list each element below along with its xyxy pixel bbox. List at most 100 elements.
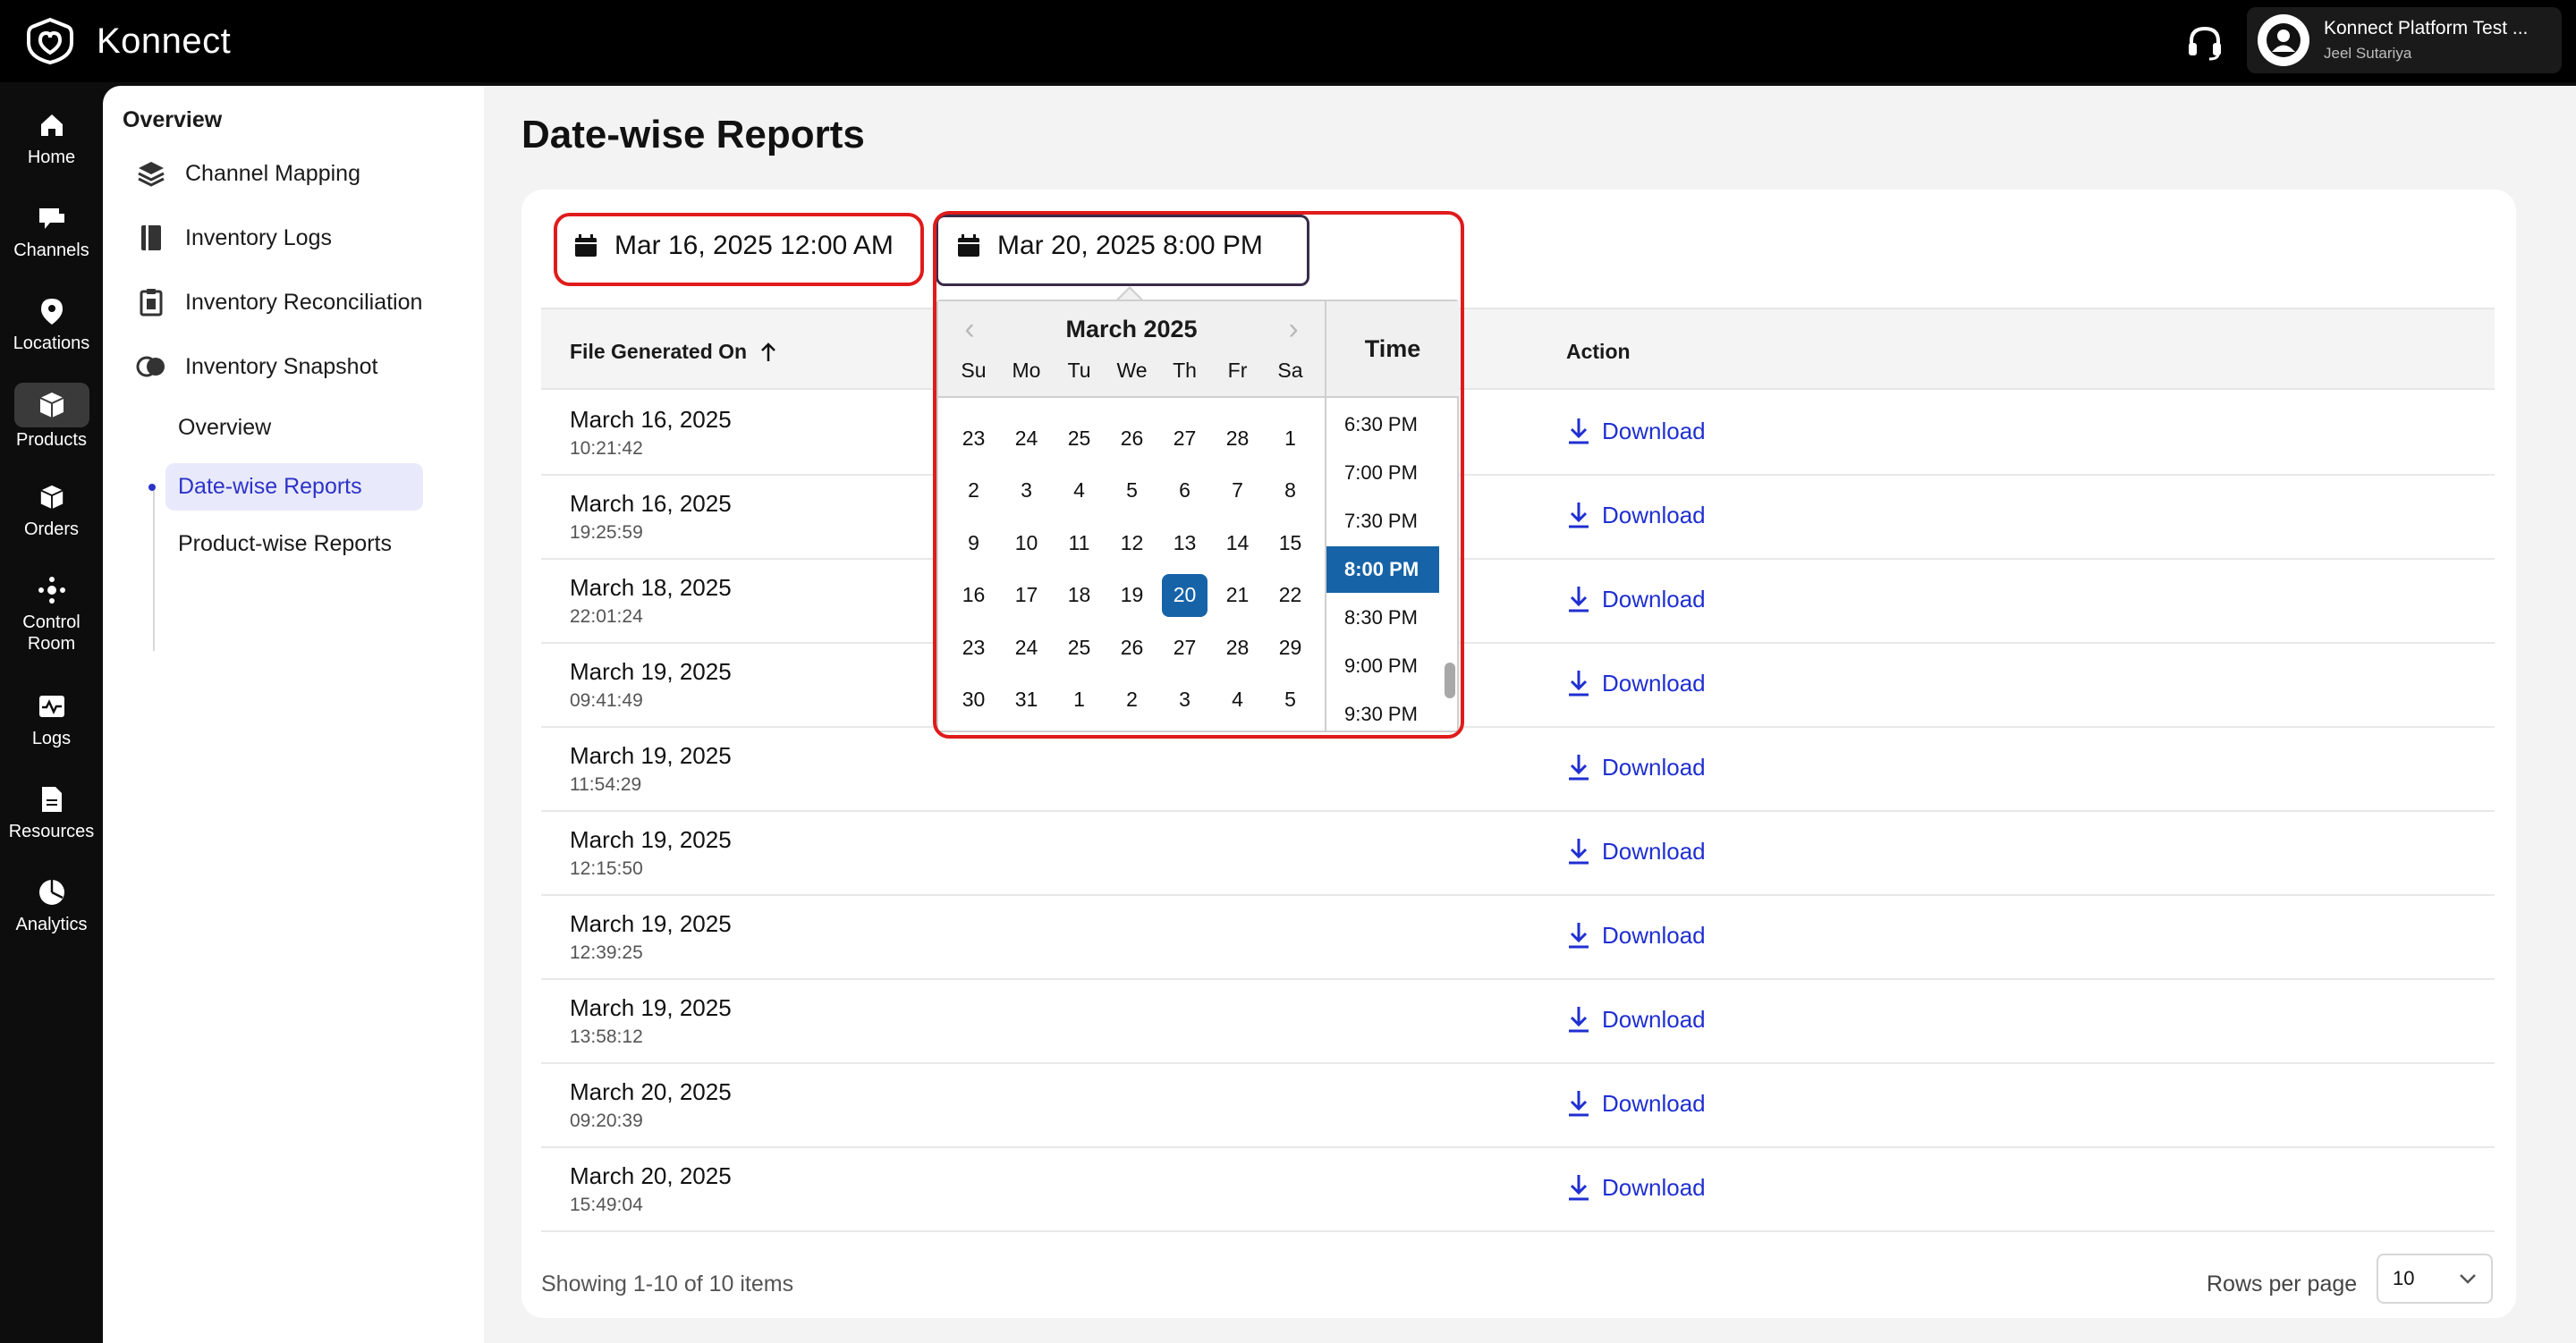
- row-time: 22:01:24: [570, 606, 643, 627]
- download-label: Download: [1602, 1173, 1706, 1201]
- headset-icon[interactable]: [2182, 20, 2227, 64]
- home-icon: [40, 114, 63, 136]
- sidebar-child-product-wise-reports[interactable]: Product-wise Reports: [178, 531, 392, 557]
- row-time: 19:25:59: [570, 522, 643, 543]
- sidebar-child-date-wise-reports[interactable]: Date-wise Reports: [165, 463, 423, 511]
- sidebar-item-channel-mapping[interactable]: Channel Mapping: [135, 157, 360, 190]
- download-button[interactable]: Download: [1566, 669, 1706, 697]
- highlight-start-date: [554, 213, 924, 286]
- row-date: March 19, 2025: [570, 826, 732, 853]
- rail-label: Logs: [31, 729, 72, 748]
- download-label: Download: [1602, 501, 1706, 528]
- rail-label: Orders: [23, 519, 80, 539]
- row-date: March 19, 2025: [570, 742, 732, 769]
- logs-icon: [38, 696, 64, 717]
- row-date: March 19, 2025: [570, 994, 732, 1021]
- rail-item-products[interactable]: Products: [0, 383, 103, 451]
- section-title: Overview: [123, 107, 223, 132]
- download-button[interactable]: Download: [1566, 1173, 1706, 1202]
- download-button[interactable]: Download: [1566, 585, 1706, 613]
- download-label: Download: [1602, 921, 1706, 949]
- table-header: File Generated On Action: [541, 308, 2495, 390]
- user-menu[interactable]: Konnect Platform Test ... Jeel Sutariya: [2247, 7, 2562, 73]
- table-row: March 19, 2025 09:41:49 Download: [541, 644, 2495, 728]
- pagination-summary: Showing 1-10 of 10 items: [541, 1271, 794, 1297]
- download-icon: [1569, 671, 1589, 697]
- rail-label: Control Room: [22, 612, 80, 654]
- row-time: 12:39:25: [570, 942, 643, 963]
- download-icon: [1569, 1175, 1589, 1201]
- clipboard-icon: [140, 289, 163, 317]
- pie-chart-icon: [38, 880, 64, 905]
- sidebar-child-overview[interactable]: Overview: [178, 415, 271, 441]
- row-date: March 18, 2025: [570, 574, 732, 601]
- rows-per-page-label: Rows per page: [2207, 1271, 2358, 1297]
- book-icon: [141, 225, 161, 250]
- page-title: Date-wise Reports: [521, 113, 865, 156]
- sort-file-generated-on[interactable]: File Generated On: [570, 340, 777, 364]
- row-time: 09:41:49: [570, 690, 643, 711]
- table-row: March 19, 2025 12:39:25 Download: [541, 896, 2495, 980]
- left-rail: Home Channels Locations Products Orders …: [0, 82, 103, 1343]
- rail-item-resources[interactable]: Resources: [0, 783, 103, 842]
- rail-item-analytics[interactable]: Analytics: [0, 876, 103, 935]
- sidebar-item-label: Inventory Reconciliation: [185, 289, 423, 315]
- row-date: March 20, 2025: [570, 1078, 732, 1105]
- rows-per-page-select[interactable]: 10: [2377, 1254, 2493, 1304]
- download-button[interactable]: Download: [1566, 1089, 1706, 1118]
- row-date: March 19, 2025: [570, 910, 732, 937]
- download-button[interactable]: Download: [1566, 1005, 1706, 1034]
- table-row: March 16, 2025 19:25:59 Download: [541, 476, 2495, 560]
- download-button[interactable]: Download: [1566, 501, 1706, 529]
- download-button[interactable]: Download: [1566, 921, 1706, 950]
- download-label: Download: [1602, 1005, 1706, 1033]
- row-date: March 20, 2025: [570, 1162, 732, 1189]
- rail-label: Resources: [8, 822, 95, 841]
- brand[interactable]: Konnect: [25, 16, 231, 66]
- sidebar-item-inventory-logs[interactable]: Inventory Logs: [135, 222, 332, 254]
- layers-icon: [138, 162, 165, 187]
- sidebar-item-label: Channel Mapping: [185, 160, 360, 186]
- download-icon: [1569, 503, 1589, 528]
- table-row: March 20, 2025 09:20:39 Download: [541, 1064, 2495, 1148]
- arrow-up-icon: [761, 342, 775, 361]
- download-icon: [1569, 755, 1589, 781]
- download-label: Download: [1602, 837, 1706, 865]
- rail-item-home[interactable]: Home: [0, 109, 103, 168]
- rail-item-locations[interactable]: Locations: [0, 295, 103, 354]
- rail-item-control-room[interactable]: Control Room: [0, 574, 103, 655]
- table-row: March 20, 2025 15:49:04 Download: [541, 1148, 2495, 1232]
- table-row: March 18, 2025 22:01:24 Download: [541, 560, 2495, 644]
- rail-item-channels[interactable]: Channels: [0, 202, 103, 261]
- row-time: 12:15:50: [570, 858, 643, 879]
- location-pin-icon: [40, 299, 63, 325]
- row-time: 11:54:29: [570, 774, 642, 795]
- reports-card: Mar 16, 2025 12:00 AM Mar 20, 2025 8:00 …: [521, 190, 2516, 1318]
- orders-icon: [39, 485, 64, 510]
- avatar: [2258, 14, 2309, 66]
- chevron-down-icon: [2460, 1274, 2476, 1284]
- rail-item-orders[interactable]: Orders: [0, 481, 103, 540]
- download-label: Download: [1602, 417, 1706, 444]
- konnect-logo-icon: [27, 17, 73, 65]
- column-header-action: Action: [1566, 340, 1631, 363]
- active-bullet: [148, 484, 156, 491]
- table-row: March 19, 2025 12:15:50 Download: [541, 812, 2495, 896]
- download-label: Download: [1602, 1089, 1706, 1117]
- user-icon: [2267, 23, 2301, 57]
- channels-icon: [38, 208, 64, 229]
- secondary-sidebar: Overview Channel Mapping Inventory Logs …: [103, 86, 484, 1343]
- download-icon: [1569, 839, 1589, 865]
- sidebar-item-inventory-snapshot[interactable]: Inventory Snapshot: [135, 351, 377, 383]
- rail-item-logs[interactable]: Logs: [0, 690, 103, 749]
- download-icon: [1569, 1007, 1589, 1033]
- download-button[interactable]: Download: [1566, 837, 1706, 866]
- download-button[interactable]: Download: [1566, 417, 1706, 445]
- sidebar-item-label: Inventory Logs: [185, 224, 332, 250]
- download-button[interactable]: Download: [1566, 753, 1706, 781]
- rail-label: Products: [16, 430, 87, 450]
- download-label: Download: [1602, 669, 1706, 697]
- row-time: 15:49:04: [570, 1195, 643, 1215]
- brand-name: Konnect: [97, 21, 232, 61]
- sidebar-item-inventory-reconciliation[interactable]: Inventory Reconciliation: [135, 286, 422, 318]
